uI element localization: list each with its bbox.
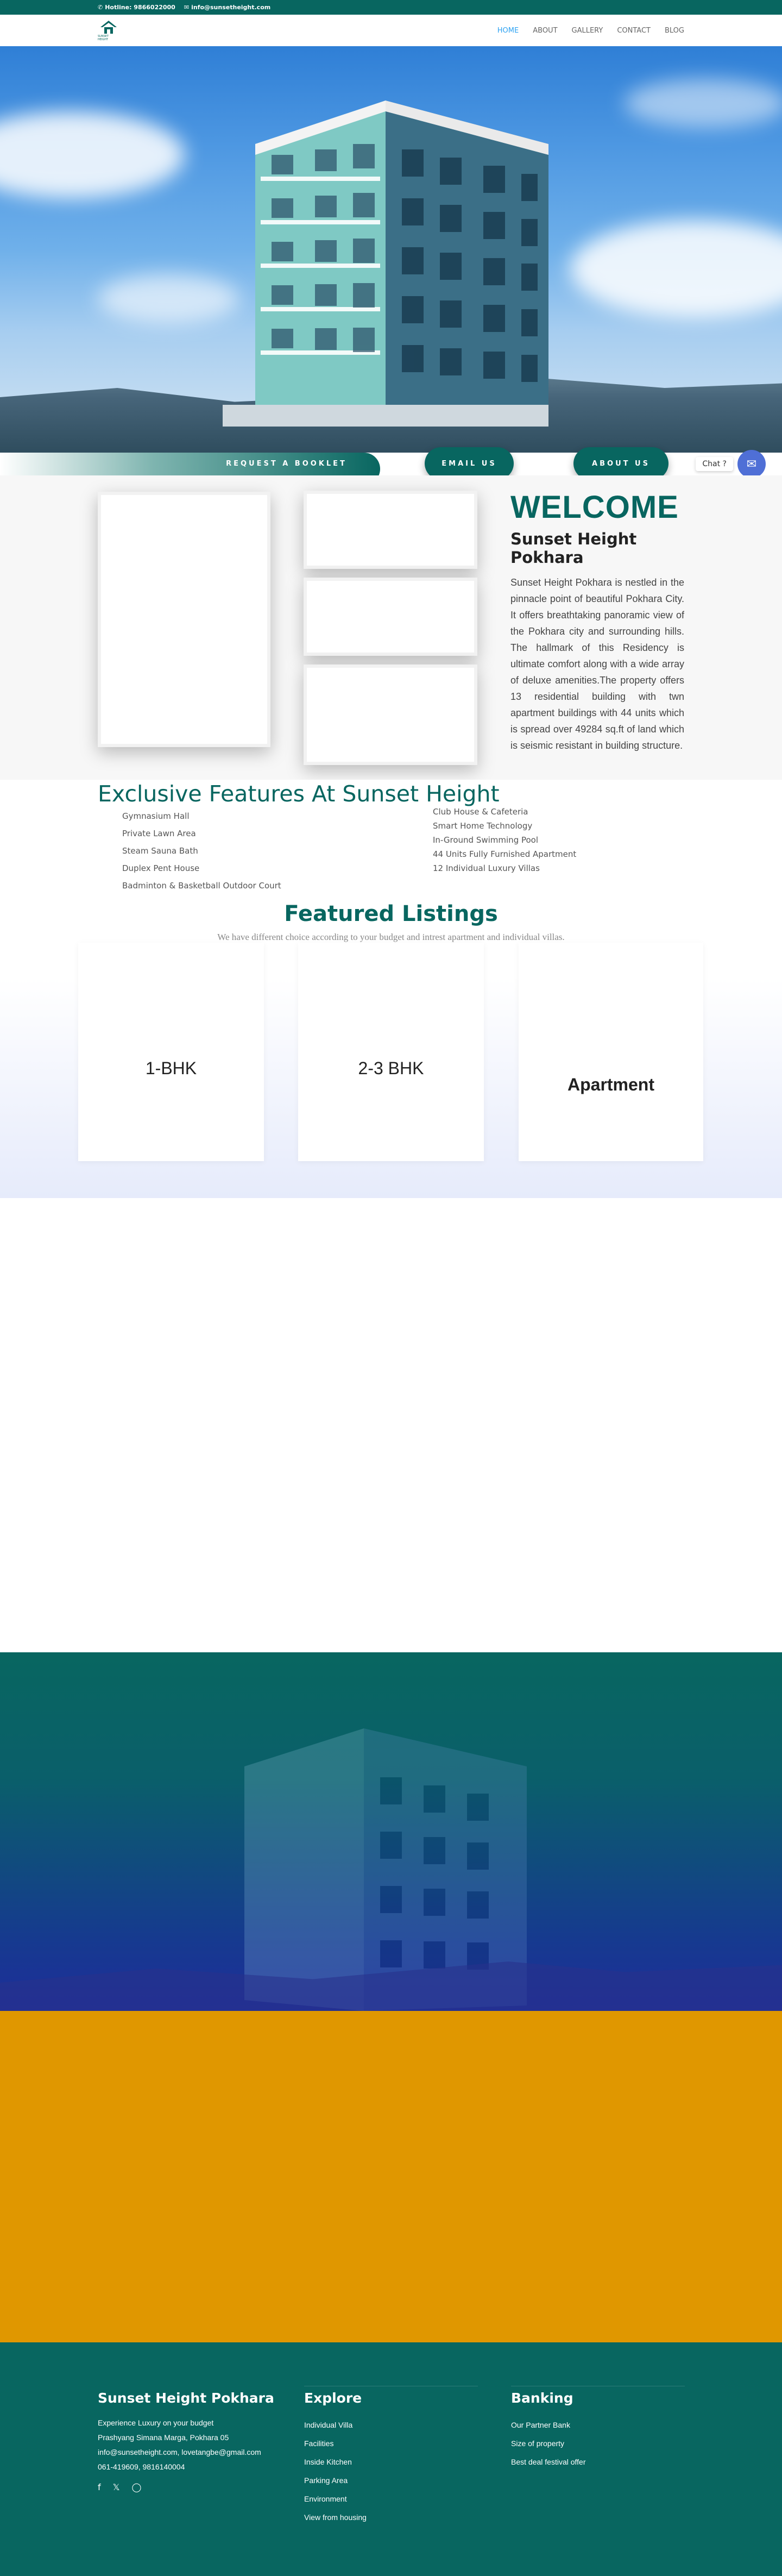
featured-listings-section: Featured Listings We have different choi…: [0, 901, 782, 1198]
feature-item: In-Ground Swimming Pool: [433, 835, 539, 845]
about-us-button[interactable]: ABOUT US: [573, 447, 669, 480]
site-header: SUNSET HEIGHT HOME ABOUT GALLERY CONTACT…: [0, 15, 782, 46]
cloud: [0, 111, 185, 198]
hotline-text: Hotline: 9866022000: [105, 4, 175, 11]
apartment-building-image: [223, 101, 548, 427]
features-section: Exclusive Features At Sunset Height Gymn…: [0, 780, 782, 905]
listing-card-label: Apartment: [567, 1074, 654, 1094]
feature-item: Duplex Pent House: [122, 863, 200, 873]
features-list-right: Club House & Cafeteria Smart Home Techno…: [433, 805, 576, 875]
footer-link[interactable]: Parking Area: [304, 2471, 478, 2490]
top-info-bar: ✆ Hotline: 9866022000 ✉ info@sunsetheigh…: [0, 0, 782, 15]
site-logo[interactable]: SUNSET HEIGHT: [98, 20, 119, 41]
top-email[interactable]: ✉ info@sunsetheight.com: [184, 4, 270, 11]
hotline[interactable]: ✆ Hotline: 9866022000: [98, 4, 175, 11]
cloud: [625, 79, 782, 128]
footer-banking-title: Banking: [511, 2390, 573, 2406]
facebook-icon[interactable]: f: [98, 2482, 101, 2492]
feature-item: Gymnasium Hall: [122, 811, 190, 821]
nav-about[interactable]: ABOUT: [533, 27, 557, 35]
welcome-image-small-3: [304, 665, 477, 765]
footer-address: Prashyang Simana Marga, Pokhara 05: [98, 2433, 229, 2442]
social-links: f 𝕏 ◯: [98, 2482, 274, 2492]
footer-emails[interactable]: info@sunsetheight.com, lovetangbe@gmail.…: [98, 2445, 274, 2460]
email-us-button[interactable]: EMAIL US: [425, 447, 514, 480]
x-icon[interactable]: 𝕏: [113, 2482, 120, 2492]
request-booklet-button[interactable]: REQUEST A BOOKLET: [195, 447, 377, 480]
feature-item: Club House & Cafeteria: [433, 807, 528, 817]
footer-title: Sunset Height Pokhara: [98, 2390, 274, 2406]
nav-home[interactable]: HOME: [497, 27, 519, 35]
empty-section: [0, 1198, 782, 1652]
welcome-title: WELCOME: [510, 490, 679, 525]
nav-blog[interactable]: BLOG: [665, 27, 684, 35]
main-nav: HOME ABOUT GALLERY CONTACT BLOG: [497, 27, 684, 35]
site-footer: Sunset Height Pokhara Experience Luxury …: [0, 2342, 782, 2576]
feature-item: 44 Units Fully Furnished Apartment: [433, 849, 577, 859]
footer-link[interactable]: Facilities: [304, 2434, 478, 2453]
welcome-image-small-1: [304, 491, 477, 569]
chat-label[interactable]: Chat ?: [696, 457, 733, 471]
welcome-subtitle: Sunset Height Pokhara: [510, 530, 637, 567]
features-title: Exclusive Features At Sunset Height: [98, 781, 500, 807]
phone-icon: ✆: [98, 4, 103, 11]
footer-link[interactable]: Inside Kitchen: [304, 2453, 478, 2471]
welcome-image-small-2: [304, 578, 477, 656]
feature-item: Smart Home Technology: [433, 821, 533, 831]
orange-section: [0, 2011, 782, 2342]
footer-link[interactable]: Our Partner Bank: [511, 2416, 685, 2434]
footer-phones[interactable]: 061-419609, 9816140004: [98, 2460, 274, 2474]
listing-card-label: 2-3 BHK: [358, 1058, 424, 1078]
chat-icon[interactable]: ✉: [737, 450, 766, 478]
features-list-left: Gymnasium Hall Private Lawn Area Steam S…: [122, 807, 281, 894]
footer-link[interactable]: Individual Villa: [304, 2416, 478, 2434]
feature-item: Steam Sauna Bath: [122, 846, 198, 856]
nav-contact[interactable]: CONTACT: [617, 27, 651, 35]
house-logo-icon: [100, 21, 117, 34]
featured-subtitle: We have different choice according to yo…: [217, 932, 565, 942]
footer-link[interactable]: View from housing: [304, 2508, 478, 2527]
feature-item: Badminton & Basketball Outdoor Court: [122, 881, 281, 891]
listing-card-2-3bhk[interactable]: 2-3 BHK: [298, 943, 484, 1161]
welcome-image-large: [98, 492, 270, 747]
footer-col-banking: Banking Our Partner Bank Size of propert…: [511, 2386, 685, 2471]
logo-text: SUNSET HEIGHT: [98, 35, 109, 41]
listing-card-apartment[interactable]: Apartment: [519, 943, 703, 1161]
feature-item: 12 Individual Luxury Villas: [433, 863, 540, 873]
footer-col-explore: Explore Individual Villa Facilities Insi…: [304, 2386, 478, 2527]
instagram-icon[interactable]: ◯: [132, 2482, 142, 2492]
featured-title: Featured Listings: [284, 901, 498, 926]
welcome-text-block: WELCOME Sunset Height Pokhara Sunset Hei…: [510, 488, 684, 754]
footer-link[interactable]: Environment: [304, 2490, 478, 2508]
listing-card-label: 1-BHK: [145, 1058, 197, 1078]
mail-icon: ✉: [184, 4, 190, 11]
footer-link[interactable]: Best deal festival offer: [511, 2453, 685, 2471]
top-email-text: info@sunsetheight.com: [191, 4, 271, 11]
footer-link[interactable]: Size of property: [511, 2434, 685, 2453]
listing-card-1bhk[interactable]: 1-BHK: [78, 943, 264, 1161]
welcome-section: WELCOME Sunset Height Pokhara Sunset Hei…: [0, 475, 782, 780]
chat-widget[interactable]: Chat ? ✉: [696, 450, 766, 478]
welcome-body: Sunset Height Pokhara is nestled in the …: [510, 577, 684, 751]
nav-gallery[interactable]: GALLERY: [572, 27, 603, 35]
cloud: [570, 220, 782, 318]
feature-item: Private Lawn Area: [122, 829, 196, 838]
footer-col-about: Sunset Height Pokhara Experience Luxury …: [98, 2390, 274, 2492]
footer-explore-title: Explore: [304, 2390, 362, 2406]
hero-banner: [0, 46, 782, 453]
footer-tagline: Experience Luxury on your budget: [98, 2418, 214, 2427]
parallax-section: [0, 1652, 782, 2011]
